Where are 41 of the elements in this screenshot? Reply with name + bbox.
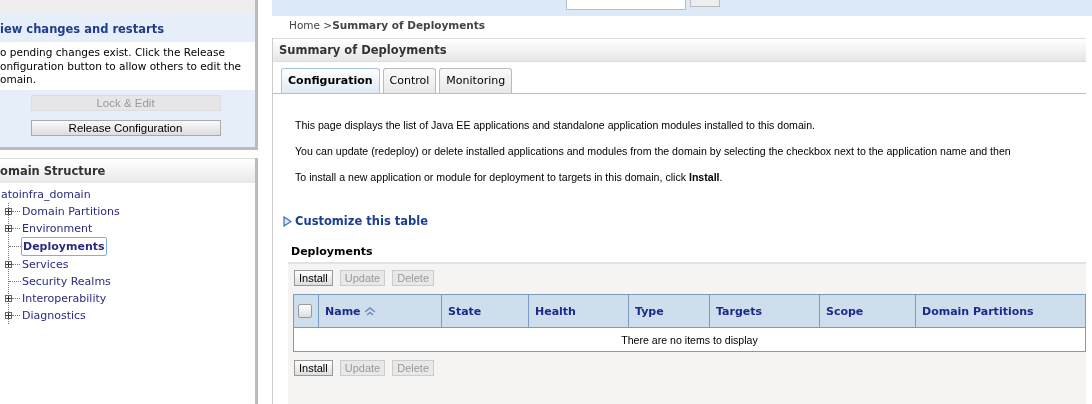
tree-item[interactable]: Diagnostics <box>21 307 87 324</box>
status-message: o pending changes exist. Click the Release onfiguration button to allow others to edit the omain. <box>0 42 255 90</box>
tab[interactable]: Configuration <box>281 68 380 93</box>
column-header[interactable]: Domain Partitions <box>915 294 1086 328</box>
tree-item[interactable]: atoinfra_domain <box>0 186 92 203</box>
breadcrumb: Home >Summary of Deployments <box>288 18 487 33</box>
action-button[interactable]: Install <box>294 360 333 376</box>
column-header[interactable]: Targets <box>709 294 820 328</box>
column-header[interactable]: Name <box>318 294 442 328</box>
column-header[interactable]: Health <box>528 294 629 328</box>
customize-link[interactable]: Customize this table <box>295 214 428 228</box>
empty-table-message: There are no items to display <box>293 327 1086 352</box>
tree-item[interactable]: Services <box>21 256 70 273</box>
expand-icon[interactable] <box>5 295 12 302</box>
select-all-checkbox[interactable] <box>298 304 312 318</box>
description-text: This page displays the list of Java EE applications and standalone application modules installed to this domain. <box>295 119 816 131</box>
search-field[interactable] <box>566 0 686 10</box>
table-title: Deployments <box>291 245 374 258</box>
panel-title: Summary of Deployments <box>273 38 1086 62</box>
expand-icon[interactable] <box>5 208 12 215</box>
action-button[interactable]: Release Configuration <box>30 119 221 136</box>
expand-triangle-icon[interactable] <box>283 215 292 227</box>
action-button[interactable]: Install <box>294 270 333 286</box>
tree-item[interactable]: Domain Partitions <box>21 203 121 220</box>
tab[interactable]: Monitoring <box>439 68 513 93</box>
column-header[interactable]: Scope <box>819 294 916 328</box>
tree-item[interactable]: Deployments <box>21 237 107 256</box>
sort-ascending-icon[interactable] <box>363 306 376 316</box>
tree-item[interactable]: Environment <box>21 220 94 237</box>
description-text: You can update (redeploy) or delete installed applications and modules from the domain by selecting the checkbox next to the application name and then <box>295 145 1012 157</box>
expand-icon[interactable] <box>5 312 12 319</box>
description-text: To install a new application or module for deployment to targets in this domain, click Install. <box>295 171 724 183</box>
expand-icon[interactable] <box>5 225 12 232</box>
tab[interactable]: Control <box>382 68 437 93</box>
tree-item[interactable]: Security Realms <box>21 273 112 290</box>
column-header[interactable]: Type <box>628 294 710 328</box>
column-header[interactable]: State <box>441 294 529 328</box>
tree-item[interactable]: Interoperability <box>21 290 108 307</box>
panel-heading: iew changes and restarts <box>0 21 165 38</box>
panel-heading: omain Structure <box>0 158 255 183</box>
expand-icon[interactable] <box>5 261 12 268</box>
